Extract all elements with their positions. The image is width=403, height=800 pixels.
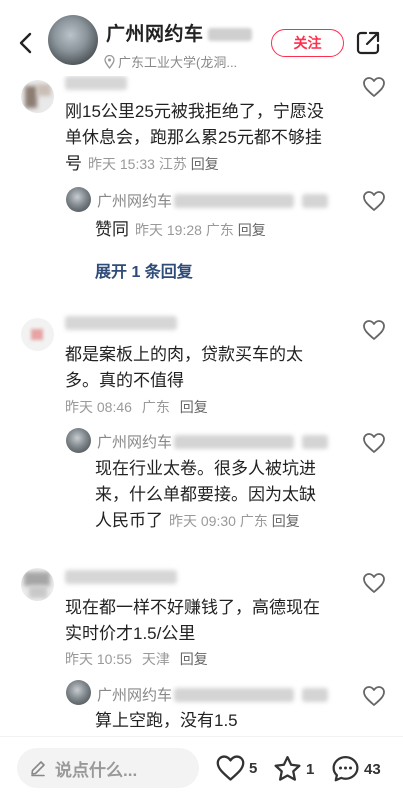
comment-time: 昨天 10:55 [65, 651, 132, 667]
comment-region: 江苏 [158, 156, 187, 172]
comment-region: 广东 [205, 222, 234, 238]
follow-button[interactable]: 关注 [271, 29, 344, 57]
post-location[interactable]: 广东工业大学(龙洞... [104, 52, 237, 71]
reply-button[interactable]: 回复 [191, 156, 219, 172]
comment-text: 刚15公里25元被我拒绝了，宁愿没 单休息会，跑那么累25元都不够挂 号昨天 1… [65, 102, 324, 173]
reply-author[interactable]: 广州网约车 [97, 190, 329, 211]
commenter-name-blurred[interactable] [65, 76, 127, 90]
reply-button[interactable]: 回复 [272, 513, 300, 529]
expand-replies-link[interactable]: 展开 1 条回复 [95, 258, 193, 282]
comment-meta: 昨天 10:55 天津 回复 [65, 649, 208, 669]
like-icon[interactable] [362, 572, 386, 594]
like-icon[interactable] [362, 190, 386, 212]
commenter-avatar[interactable] [21, 80, 54, 113]
comment-region: 广东 [239, 513, 268, 529]
author-avatar[interactable] [48, 15, 98, 65]
comment-region: 广东 [141, 399, 170, 415]
share-icon[interactable] [355, 30, 381, 56]
comment-feed[interactable]: 刚15公里25元被我拒绝了，宁愿没 单休息会，跑那么累25元都不够挂 号昨天 1… [0, 0, 403, 735]
comment-bubble-icon [332, 756, 359, 782]
comment-time: 昨天 08:46 [65, 399, 132, 415]
commenter-avatar[interactable] [21, 568, 54, 601]
pencil-icon [31, 761, 45, 777]
reply-text: 现在行业太卷。很多人被坑进 来，什么单都要接。因为太缺 人民币了 昨天 09:30… [95, 459, 316, 530]
comment-count: 43 [364, 760, 381, 778]
like-icon[interactable] [362, 319, 386, 341]
reply-text: 算上空跑，没有1.5 [95, 711, 238, 730]
like-icon[interactable] [362, 432, 386, 454]
reply-author[interactable]: 广州网约车 [97, 684, 329, 705]
reply-avatar[interactable] [66, 680, 91, 705]
commenter-avatar[interactable] [21, 318, 54, 351]
comment-meta: 昨天 08:46 广东 回复 [65, 397, 208, 417]
like-button[interactable]: 5 [215, 754, 257, 782]
comment-button[interactable]: 43 [330, 754, 381, 784]
comment-input[interactable]: 说点什么... [17, 748, 199, 788]
reply-button[interactable]: 回复 [180, 399, 208, 415]
comment-time: 昨天 09:30 [169, 513, 236, 529]
star-count: 1 [306, 760, 315, 778]
reply-avatar[interactable] [66, 428, 91, 453]
comment-region: 天津 [141, 651, 170, 667]
like-icon[interactable] [362, 76, 386, 98]
author-name[interactable]: 广州网约车 [106, 19, 252, 46]
like-icon[interactable] [362, 685, 386, 707]
comment-text: 现在都一样不好赚钱了，高德现在 实时价才1.5/公里 [65, 598, 320, 643]
location-pin-icon [104, 54, 115, 69]
commenter-name-blurred[interactable] [65, 570, 177, 584]
top-bar: 广州网约车 广东工业大学(龙洞... 关注 [0, 0, 403, 76]
reply-author[interactable]: 广州网约车 [97, 431, 329, 452]
comment-text: 都是案板上的肉，贷款买车的太 多。真的不值得 [65, 345, 303, 390]
comment-time: 昨天 19:28 [135, 222, 202, 238]
heart-icon [216, 755, 245, 781]
reply-button[interactable]: 回复 [180, 651, 208, 667]
bottom-action-bar: 说点什么... 5 1 43 [0, 736, 403, 800]
like-count: 5 [249, 759, 258, 777]
comment-time: 昨天 15:33 [88, 156, 155, 172]
chevron-left-icon [19, 32, 32, 54]
reply-text: 赞同 昨天 19:28 广东 回复 [95, 220, 266, 239]
reply-button[interactable]: 回复 [238, 222, 266, 238]
commenter-name-blurred[interactable] [65, 316, 177, 330]
reply-avatar[interactable] [66, 187, 91, 212]
back-button[interactable] [12, 28, 38, 58]
favorite-button[interactable]: 1 [272, 754, 314, 784]
star-icon [274, 756, 301, 781]
